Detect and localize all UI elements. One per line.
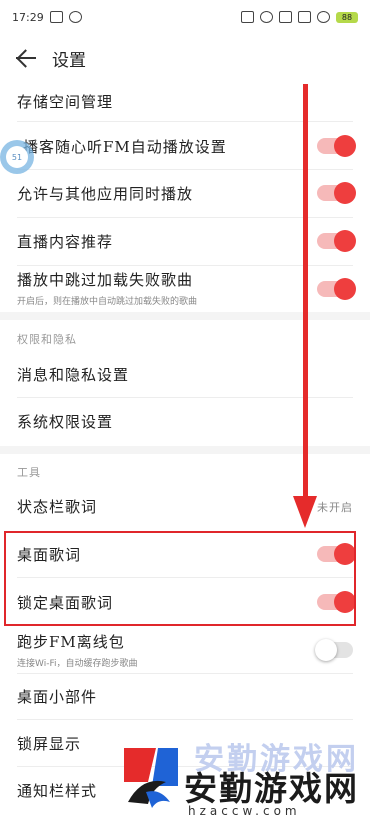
settings-item-mix-play[interactable]: 允许与其他应用同时播放 [0, 170, 370, 216]
settings-item-label: 播放中跳过加载失败歌曲 [17, 271, 194, 289]
signal-hd2-icon [298, 11, 311, 23]
fm-autoplay-toggle[interactable] [317, 135, 356, 157]
watermark-title: 安勤游戏网 [184, 769, 359, 808]
app-notification-icon [68, 11, 82, 23]
status-right: 88 [241, 11, 358, 23]
status-time: 17:29 [12, 10, 44, 24]
status-left: 17:29 [12, 11, 82, 24]
settings-item-label: 播客随心听FM自动播放设置 [23, 137, 227, 156]
mix-play-toggle[interactable] [317, 182, 356, 204]
settings-item-label: 系统权限设置 [17, 412, 114, 431]
settings-item-skip-failed[interactable]: 播放中跳过加载失败歌曲 开启后，则在播放中自动跳过加载失败的歌曲 [0, 266, 370, 310]
app-bar: 设置 [0, 34, 370, 82]
settings-item-label: 桌面小部件 [17, 687, 98, 706]
live-recommend-toggle[interactable] [317, 230, 356, 252]
watermark-logo-icon [124, 748, 178, 808]
settings-item-storage[interactable]: 存储空间管理 [0, 82, 370, 120]
status-bar: 17:29 88 [0, 0, 370, 34]
annotation-arrow-head [293, 496, 317, 528]
settings-item-description: 开启后，则在播放中自动跳过加载失败的歌曲 [17, 297, 198, 307]
floating-bubble-text: 51 [11, 152, 23, 162]
settings-item-label: 直播内容推荐 [17, 232, 114, 251]
annotation-arrow-shaft [303, 84, 308, 499]
settings-item-system-permission[interactable]: 系统权限设置 [0, 398, 370, 444]
alarm-icon [260, 11, 273, 23]
settings-item-label: 通知栏样式 [17, 781, 98, 800]
watermark: 安勤游戏网 安勤游戏网 hzaccw.com [122, 742, 370, 822]
screenshot-icon [49, 11, 63, 23]
run-fm-offline-toggle[interactable] [315, 639, 353, 661]
mute-icon [241, 11, 254, 23]
floating-assist-bubble[interactable]: 51 [0, 140, 34, 174]
divider [17, 719, 353, 720]
settings-item-run-fm-offline[interactable]: 跑步FM离线包 连接Wi-Fi，自动缓存跑步歌曲 [0, 628, 370, 672]
settings-item-label: 消息和隐私设置 [17, 365, 130, 384]
settings-item-text: 跑步FM离线包 连接Wi-Fi，自动缓存跑步歌曲 [17, 631, 137, 669]
settings-item-label: 允许与其他应用同时播放 [17, 184, 194, 203]
section-header-tools: 工具 [17, 466, 41, 479]
highlight-box [4, 531, 356, 626]
settings-item-live-recommend[interactable]: 直播内容推荐 [0, 218, 370, 264]
settings-item-message-privacy[interactable]: 消息和隐私设置 [0, 352, 370, 396]
section-gap [0, 446, 370, 454]
settings-item-text: 播放中跳过加载失败歌曲 开启后，则在播放中自动跳过加载失败的歌曲 [17, 269, 197, 307]
settings-item-description: 连接Wi-Fi，自动缓存跑步歌曲 [17, 659, 138, 669]
skip-failed-toggle[interactable] [317, 278, 356, 300]
section-gap [0, 312, 370, 320]
settings-item-label: 存储空间管理 [17, 92, 114, 111]
wifi-icon [317, 11, 330, 23]
settings-item-label: 锁屏显示 [17, 734, 82, 753]
settings-item-fm-autoplay[interactable]: 播客随心听FM自动播放设置 [0, 124, 370, 168]
settings-item-label: 状态栏歌词 [17, 497, 98, 516]
watermark-domain: hzaccw.com [188, 804, 301, 818]
section-header-privacy: 权限和隐私 [17, 333, 77, 346]
settings-item-desktop-widget[interactable]: 桌面小部件 [0, 674, 370, 718]
battery-icon: 88 [336, 11, 358, 23]
signal-hd-icon [279, 11, 292, 23]
back-arrow-icon[interactable] [14, 46, 38, 70]
settings-item-label: 跑步FM离线包 [17, 633, 125, 651]
page-title: 设置 [52, 50, 86, 71]
statusbar-lyrics-value: 未开启 [317, 501, 353, 514]
